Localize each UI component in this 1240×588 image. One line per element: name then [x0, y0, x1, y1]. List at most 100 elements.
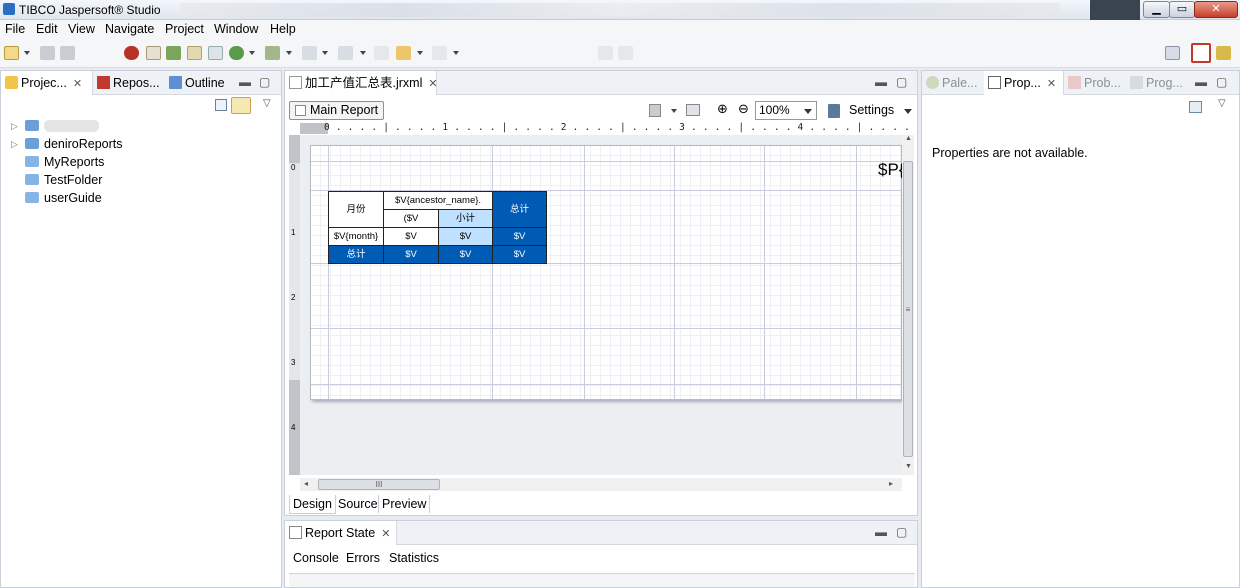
tab-palette[interactable]: Pale... [922, 71, 984, 95]
settings-button[interactable]: Settings [849, 103, 894, 117]
crosstab-subtotal-header[interactable]: 小计 [438, 209, 493, 228]
settings-dropdown-icon[interactable] [904, 109, 912, 114]
minimize-view-icon[interactable]: ▬ [875, 75, 887, 89]
expand-icon[interactable]: ▷ [11, 117, 18, 135]
vertical-scroll-thumb[interactable]: ≡ [903, 161, 913, 457]
expand-icon[interactable]: ▷ [11, 135, 18, 153]
page-size-icon[interactable] [649, 104, 661, 117]
tool-dropdown-icon[interactable] [286, 51, 292, 55]
maximize-view-icon[interactable]: ▢ [896, 525, 907, 539]
crosstab-group-header[interactable]: $V{ancestor_name}. [383, 191, 493, 210]
crosstab-cell[interactable]: $V [438, 227, 493, 246]
crosstab-cell[interactable]: $V [438, 245, 493, 264]
back-icon[interactable] [396, 46, 411, 60]
main-report-breadcrumb[interactable]: Main Report [289, 101, 385, 120]
close-icon[interactable]: ✕ [381, 528, 390, 540]
subtab-console[interactable]: Console [293, 551, 339, 565]
close-icon[interactable]: ✕ [428, 78, 437, 90]
minimize-button[interactable]: ▁ [1143, 1, 1170, 18]
edit-icon[interactable] [187, 46, 202, 60]
pin-icon[interactable] [1189, 101, 1202, 113]
crosstab-cell[interactable]: $V [492, 227, 547, 246]
fit-icon[interactable] [686, 104, 700, 116]
horizontal-scrollbar[interactable]: ◂ III ▸ [300, 478, 902, 491]
subtab-statistics[interactable]: Statistics [389, 551, 439, 565]
new-icon[interactable] [4, 46, 19, 60]
zoom-out-icon[interactable]: ⊖ [738, 101, 749, 117]
crosstab-column-header[interactable]: ($V [383, 209, 439, 228]
close-icon[interactable]: ✕ [1047, 78, 1056, 90]
debug-icon[interactable] [124, 46, 139, 60]
scroll-up-icon[interactable]: ▲ [905, 135, 912, 142]
search-icon[interactable] [229, 46, 244, 60]
tab-source[interactable]: Source [335, 495, 381, 513]
annotation-icon[interactable] [302, 46, 317, 60]
tab-repository[interactable]: Repos... [93, 71, 165, 95]
tab-project-explorer[interactable]: Projec... ✕ [1, 71, 93, 95]
crosstab-cell[interactable]: $V [492, 245, 547, 264]
back-dropdown-icon[interactable] [417, 51, 423, 55]
zoom-in-icon[interactable]: ⊕ [717, 101, 728, 117]
tool-icon[interactable] [265, 46, 280, 60]
crosstab-total-header[interactable]: 总计 [492, 191, 547, 228]
tab-properties[interactable]: Prop... ✕ [984, 71, 1064, 95]
report-page[interactable]: $P{\ [310, 145, 909, 400]
tab-report-file[interactable]: 加工产值汇总表.jrxml ✕ [285, 71, 438, 95]
tab-report-state[interactable]: Report State ✕ [285, 521, 397, 545]
next-dropdown-icon[interactable] [360, 51, 366, 55]
save-all-icon[interactable] [60, 46, 75, 60]
preview-icon[interactable] [208, 46, 223, 60]
tab-progress[interactable]: Prog... [1126, 71, 1188, 95]
tab-preview[interactable]: Preview [378, 495, 431, 513]
link-editor-icon[interactable] [231, 97, 251, 114]
crosstab-month-header[interactable]: 月份 [328, 191, 384, 228]
maximize-button[interactable]: ▭ [1169, 1, 1195, 18]
maximize-view-icon[interactable]: ▢ [1216, 75, 1227, 89]
close-button[interactable]: ✕ [1194, 1, 1238, 18]
open-perspective-icon[interactable] [1165, 46, 1180, 60]
save-icon[interactable] [40, 46, 55, 60]
horizontal-scroll-thumb[interactable]: III [318, 479, 440, 490]
undo-icon[interactable] [598, 46, 613, 60]
report-server-perspective-icon[interactable] [1216, 46, 1231, 60]
redo-icon[interactable] [618, 46, 633, 60]
view-menu-icon[interactable]: ▽ [263, 98, 271, 109]
tab-outline[interactable]: Outline [165, 71, 237, 95]
search-dropdown-icon[interactable] [249, 51, 255, 55]
menu-help[interactable]: Help [270, 22, 296, 36]
last-edit-icon[interactable] [374, 46, 389, 60]
zoom-select[interactable]: 100% [755, 101, 817, 120]
crosstab-row-total-header[interactable]: 总计 [328, 245, 384, 264]
menu-navigate[interactable]: Navigate [105, 22, 154, 36]
console-area[interactable] [289, 573, 915, 587]
tab-problems[interactable]: Prob... [1064, 71, 1126, 95]
vertical-scrollbar[interactable]: ▲ ≡ ▼ [902, 135, 914, 475]
scroll-right-icon[interactable]: ▸ [889, 479, 893, 488]
crosstab-cell[interactable]: $V [383, 227, 439, 246]
scroll-down-icon[interactable]: ▼ [905, 463, 912, 470]
view-menu-icon[interactable]: ▽ [1218, 98, 1226, 109]
forward-dropdown-icon[interactable] [453, 51, 459, 55]
annotation-dropdown-icon[interactable] [322, 51, 328, 55]
minimize-view-icon[interactable]: ▬ [239, 75, 251, 89]
tab-design[interactable]: Design [289, 495, 336, 514]
minimize-view-icon[interactable]: ▬ [875, 525, 887, 539]
next-annotation-icon[interactable] [338, 46, 353, 60]
page-size-dropdown-icon[interactable] [671, 109, 677, 113]
dataset-icon[interactable] [166, 46, 181, 60]
new-report-icon[interactable] [146, 46, 161, 60]
menu-window[interactable]: Window [214, 22, 258, 36]
forward-icon[interactable] [432, 46, 447, 60]
report-design-perspective-icon[interactable] [1191, 43, 1211, 63]
minimize-view-icon[interactable]: ▬ [1195, 75, 1207, 89]
scroll-left-icon[interactable]: ◂ [304, 479, 308, 488]
close-icon[interactable]: ✕ [73, 78, 82, 90]
maximize-view-icon[interactable]: ▢ [896, 75, 907, 89]
crosstab-row-header[interactable]: $V{month} [328, 227, 384, 246]
menu-project[interactable]: Project [165, 22, 204, 36]
crosstab-cell[interactable]: $V [383, 245, 439, 264]
new-dropdown-icon[interactable] [24, 51, 30, 55]
menu-view[interactable]: View [68, 22, 95, 36]
maximize-view-icon[interactable]: ▢ [259, 75, 270, 89]
subtab-errors[interactable]: Errors [346, 551, 380, 565]
